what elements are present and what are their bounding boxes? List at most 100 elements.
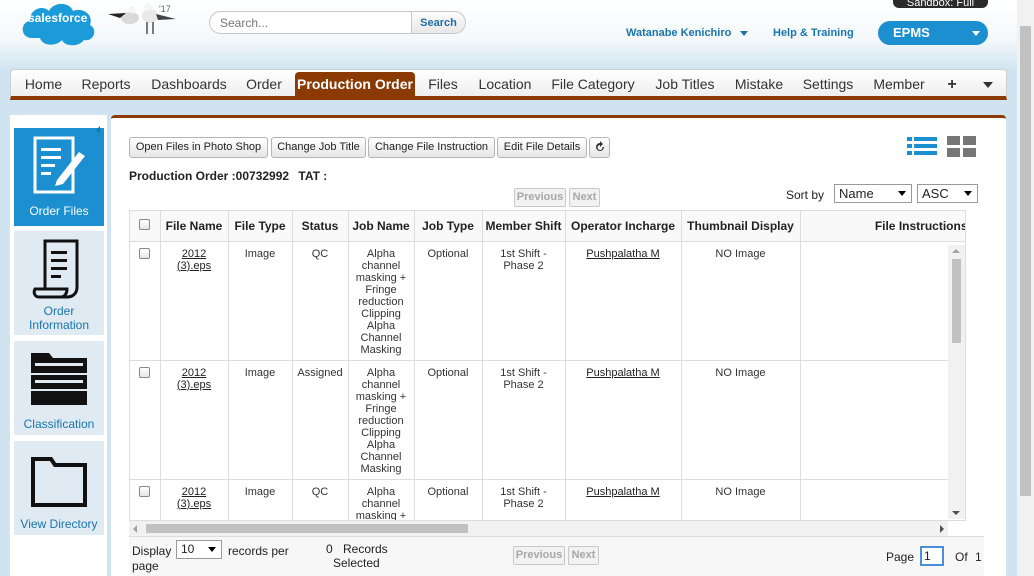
member-shift: 1st Shift - Phase 2	[482, 241, 566, 361]
table-row[interactable]: 2012 (3).eps Image QC Alpha channel mask…	[130, 479, 965, 520]
tab-order[interactable]: Order	[239, 70, 289, 97]
scroll-left-icon[interactable]	[133, 525, 137, 533]
scroll-thumb[interactable]	[1020, 26, 1031, 496]
open-photoshop-button[interactable]: Open Files in Photo Shop	[129, 137, 268, 158]
file-name-link[interactable]: 2012 (3).eps	[177, 486, 211, 510]
sidebar-item-view-directory[interactable]: View Directory	[14, 441, 104, 535]
window-scrollbar[interactable]	[1017, 0, 1034, 576]
app-switcher[interactable]: EPMS	[878, 21, 988, 45]
tab-member[interactable]: Member	[867, 70, 931, 97]
sidebar-item-label: Order Information	[28, 304, 90, 332]
table-row[interactable]: 2012 (3).eps Image Assigned Alpha channe…	[130, 360, 965, 480]
member-shift: 1st Shift - Phase 2	[482, 479, 566, 520]
tab-reports[interactable]: Reports	[73, 70, 139, 97]
tab-job-titles[interactable]: Job Titles	[647, 70, 723, 97]
sidebar-item-classification[interactable]: Classification	[14, 341, 104, 435]
column-header[interactable]: Thumbnail Display	[681, 211, 801, 242]
tab-overflow-menu[interactable]	[973, 70, 1003, 97]
sort-field-select[interactable]: Name	[834, 184, 912, 203]
column-header[interactable]: Job Name	[348, 211, 415, 242]
salesforce-logo[interactable]: salesforce	[18, 0, 100, 48]
member-shift: 1st Shift - Phase 2	[482, 360, 566, 480]
previous-button-bottom[interactable]: Previous	[513, 546, 565, 565]
app-name: EPMS	[893, 25, 930, 40]
column-header[interactable]: Operator Incharge	[565, 211, 682, 242]
column-header[interactable]: Member Shift	[482, 211, 566, 242]
search-input[interactable]	[209, 11, 412, 34]
sidebar-item-order-information[interactable]: Order Information	[14, 231, 104, 335]
chevron-down-icon	[208, 547, 216, 552]
page-number-input[interactable]: 1	[920, 546, 944, 566]
file-name-link[interactable]: 2012 (3).eps	[177, 248, 211, 272]
select-all-cell[interactable]	[130, 211, 161, 242]
tat-label: TAT :	[298, 169, 328, 183]
previous-button-top[interactable]: Previous	[514, 188, 566, 207]
svg-text:'17: '17	[159, 4, 171, 14]
change-job-title-button[interactable]: Change Job Title	[271, 137, 366, 158]
operator-link[interactable]: Pushpalatha M	[586, 367, 659, 379]
thumbnail-display: NO Image	[681, 479, 801, 520]
sidebar-item-order-files[interactable]: Order Files	[14, 128, 104, 226]
column-header[interactable]: File Instructions	[800, 211, 965, 242]
next-button-top[interactable]: Next	[569, 188, 600, 207]
scroll-down-icon[interactable]	[952, 511, 960, 515]
edit-file-details-button[interactable]: Edit File Details	[497, 137, 587, 158]
tab-mistake[interactable]: Mistake	[729, 70, 789, 97]
table-vertical-scrollbar[interactable]	[948, 245, 965, 519]
page-label: Page	[886, 550, 915, 564]
tab-settings[interactable]: Settings	[795, 70, 861, 97]
row-checkbox[interactable]	[139, 247, 151, 259]
page-size-value: 10	[181, 542, 195, 556]
page-size-select[interactable]: 10	[176, 540, 222, 559]
column-header[interactable]: File Type	[228, 211, 293, 242]
sort-direction-select[interactable]: ASC	[917, 184, 978, 203]
display-label: Display	[132, 544, 172, 558]
operator-link[interactable]: Pushpalatha M	[586, 248, 659, 260]
file-instructions	[800, 360, 965, 480]
sidebar-collapse-icon[interactable]	[96, 126, 100, 134]
tab-files[interactable]: Files	[421, 70, 465, 97]
tab-file-category[interactable]: File Category	[545, 70, 641, 97]
refresh-button[interactable]	[589, 137, 610, 158]
records-selected-count: 0	[326, 542, 333, 556]
sort-direction-value: ASC	[922, 186, 949, 201]
list-view-icon[interactable]	[907, 135, 937, 159]
of-label: Of	[955, 550, 968, 564]
operator-link[interactable]: Pushpalatha M	[586, 486, 659, 498]
tab-location[interactable]: Location	[471, 70, 539, 97]
thumbnail-display: NO Image	[681, 241, 801, 361]
status: Assigned	[292, 360, 349, 480]
scroll-thumb[interactable]	[952, 259, 961, 343]
tab-dashboards[interactable]: Dashboards	[141, 70, 237, 97]
row-checkbox[interactable]	[139, 485, 151, 497]
grid-view-icon[interactable]	[947, 135, 977, 159]
column-header[interactable]: Job Type	[414, 211, 483, 242]
user-menu[interactable]: Watanabe Kenichiro	[626, 27, 749, 39]
column-header[interactable]: File Name	[160, 211, 229, 242]
help-training-link[interactable]: Help & Training	[773, 27, 854, 39]
records-label: Records	[343, 542, 388, 556]
job-type: Optional	[414, 360, 483, 480]
next-button-bottom[interactable]: Next	[568, 546, 599, 565]
scroll-thumb[interactable]	[146, 524, 468, 533]
sandbox-badge: Sandbox: Full	[893, 0, 988, 8]
file-name-link[interactable]: 2012 (3).eps	[177, 367, 211, 391]
chevron-down-icon	[964, 191, 972, 196]
select-all-checkbox[interactable]	[139, 218, 151, 230]
scroll-up-icon[interactable]	[952, 249, 960, 253]
row-checkbox[interactable]	[139, 366, 151, 378]
table-horizontal-scrollbar[interactable]	[129, 521, 948, 536]
page-label-wrap: page	[132, 559, 159, 573]
sort-field-value: Name	[839, 186, 874, 201]
job-type: Optional	[414, 241, 483, 361]
table-row[interactable]: 2012 (3).eps Image QC Alpha channel mask…	[130, 241, 965, 361]
change-file-instruction-button[interactable]: Change File Instruction	[368, 137, 495, 158]
column-header[interactable]: Status	[292, 211, 349, 242]
search-button[interactable]: Search	[412, 11, 466, 34]
scroll-right-icon[interactable]	[940, 525, 944, 533]
chevron-down-icon	[898, 191, 906, 196]
tab-production-order[interactable]: Production Order	[295, 72, 415, 98]
status: QC	[292, 241, 349, 361]
tab-add-plus[interactable]: +	[937, 70, 967, 97]
tab-home[interactable]: Home	[15, 70, 72, 97]
